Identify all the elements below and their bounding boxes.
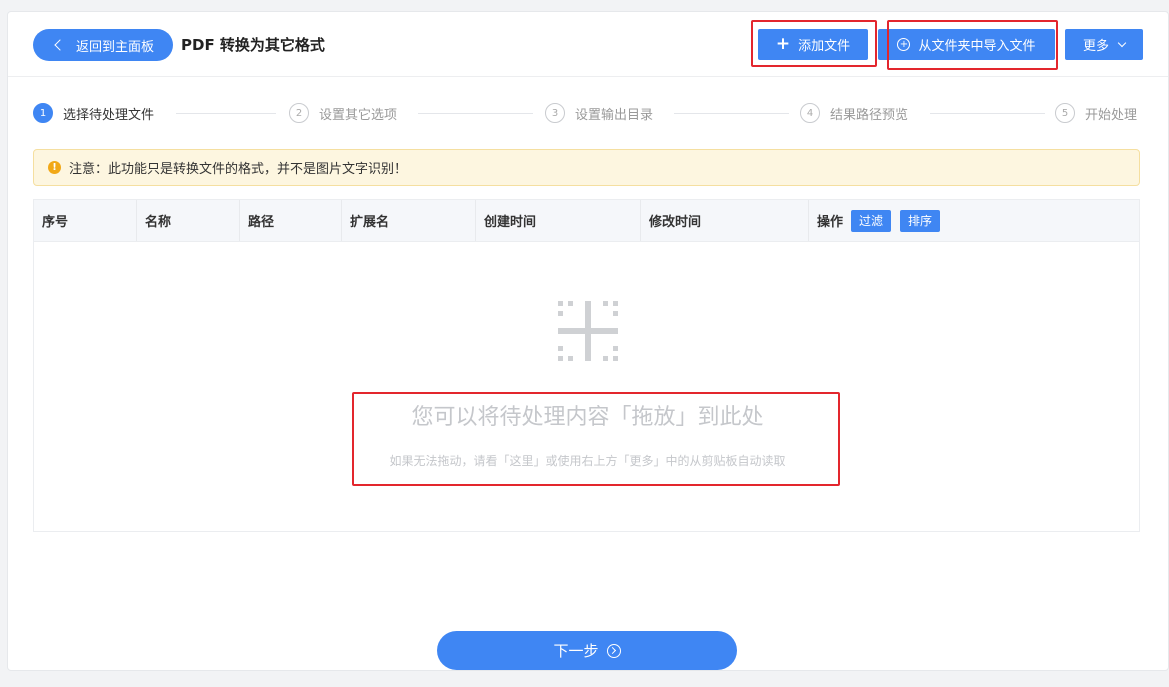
step-4: 4 结果路径预览 xyxy=(800,101,908,125)
step-5: 5 开始处理 xyxy=(1055,101,1137,125)
column-header-label: 操作 xyxy=(817,215,844,230)
file-table[interactable]: 序号 名称 路径 扩展名 创建时间 修改时间 操作 过滤 排序 您可以将待处理内… xyxy=(33,199,1140,532)
actions-column-header: 操作 过滤 排序 xyxy=(808,200,1139,241)
step-connector xyxy=(176,113,276,114)
add-file-button[interactable]: + 添加文件 xyxy=(758,29,868,60)
step-2: 2 设置其它选项 xyxy=(289,101,397,125)
next-step-label: 下一步 xyxy=(553,642,599,660)
column-header[interactable]: 路径 xyxy=(239,200,341,241)
import-folder-label: 从文件夹中导入文件 xyxy=(918,39,1036,54)
notice-text: 注意：此功能只是转换文件的格式，并不是图片文字识别！ xyxy=(69,162,408,177)
plus-icon: + xyxy=(775,34,791,54)
table-header: 序号 名称 路径 扩展名 创建时间 修改时间 操作 过滤 排序 xyxy=(34,200,1139,242)
back-button-label: 返回到主面板 xyxy=(75,39,154,55)
step-label: 结果路径预览 xyxy=(830,107,909,123)
step-connector xyxy=(418,113,533,114)
step-number: 3 xyxy=(545,103,565,123)
drop-zone-hint: 如果无法拖动，请看「这里」或使用右上方「更多」中的从剪贴板自动读取 xyxy=(389,454,786,468)
circle-plus-icon: + xyxy=(897,38,911,51)
column-header[interactable]: 扩展名 xyxy=(341,200,475,241)
back-to-dashboard-button[interactable]: 返回到主面板 xyxy=(33,29,173,61)
step-number: 5 xyxy=(1055,103,1075,123)
drop-zone-title: 您可以将待处理内容「拖放」到此处 xyxy=(411,405,764,430)
chevron-left-icon xyxy=(54,39,66,51)
more-button[interactable]: 更多 xyxy=(1065,29,1143,60)
step-number: 1 xyxy=(33,103,53,123)
step-indicator: 1 选择待处理文件 2 设置其它选项 3 设置输出目录 4 结果路径预览 5 开… xyxy=(33,101,1143,125)
step-connector xyxy=(930,113,1045,114)
main-panel: 返回到主面板 PDF 转换为其它格式 + 添加文件 + 从文件夹中导入文件 更多… xyxy=(7,11,1169,671)
column-header[interactable]: 序号 xyxy=(34,200,136,241)
add-file-label: 添加文件 xyxy=(798,39,851,54)
next-step-button[interactable]: 下一步 xyxy=(437,631,737,670)
chevron-down-icon xyxy=(1117,38,1127,47)
filter-button[interactable]: 过滤 xyxy=(851,209,892,232)
step-1: 1 选择待处理文件 xyxy=(33,101,154,125)
column-header[interactable]: 创建时间 xyxy=(475,200,640,241)
drop-zone-icon xyxy=(558,301,618,361)
import-folder-button[interactable]: + 从文件夹中导入文件 xyxy=(878,29,1055,60)
step-label: 设置输出目录 xyxy=(575,107,654,123)
step-label: 设置其它选项 xyxy=(319,107,398,123)
step-number: 4 xyxy=(800,103,820,123)
step-connector xyxy=(674,113,789,114)
step-3: 3 设置输出目录 xyxy=(545,101,653,125)
notice-banner: ! 注意：此功能只是转换文件的格式，并不是图片文字识别！ xyxy=(33,149,1140,186)
step-label: 开始处理 xyxy=(1085,107,1138,123)
arrow-right-circle-icon xyxy=(606,643,621,658)
step-number: 2 xyxy=(289,103,309,123)
more-label: 更多 xyxy=(1082,39,1109,54)
column-header[interactable]: 修改时间 xyxy=(640,200,808,241)
column-header[interactable]: 名称 xyxy=(136,200,239,241)
warning-icon: ! xyxy=(48,161,61,174)
header-bar: 返回到主面板 PDF 转换为其它格式 + 添加文件 + 从文件夹中导入文件 更多 xyxy=(8,12,1168,77)
step-label: 选择待处理文件 xyxy=(63,107,155,123)
page-title: PDF 转换为其它格式 xyxy=(181,36,325,54)
sort-button[interactable]: 排序 xyxy=(900,209,941,232)
